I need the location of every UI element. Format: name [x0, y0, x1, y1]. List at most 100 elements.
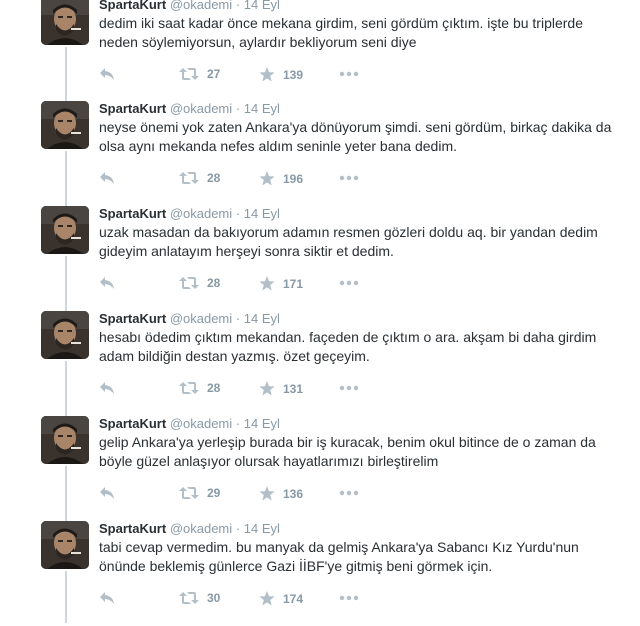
reply-button[interactable] — [99, 276, 115, 290]
username[interactable]: @okademi — [170, 311, 232, 326]
retweet-count: 28 — [207, 276, 221, 290]
favorite-button[interactable]: 136 — [259, 486, 303, 501]
tweet-text: gelip Ankara'ya yerleşip burada bir iş k… — [99, 434, 596, 469]
reply-button[interactable] — [99, 486, 115, 500]
username[interactable]: @okademi — [170, 416, 232, 431]
favorite-count: 171 — [283, 276, 304, 291]
star-icon — [259, 171, 275, 186]
reply-button[interactable] — [99, 67, 115, 81]
favorite-count: 174 — [283, 591, 304, 606]
more-dots-icon — [339, 490, 359, 496]
thread-connector-line — [65, 466, 67, 524]
separator-dot: · — [235, 0, 241, 12]
reply-button[interactable] — [99, 171, 115, 185]
avatar[interactable] — [41, 416, 89, 464]
favorite-count: 139 — [283, 67, 304, 82]
tweet-date[interactable]: 14 Eyl — [244, 416, 280, 431]
avatar-image — [41, 101, 89, 149]
tweet-text: uzak masadan da bakıyorum adamın resmen … — [99, 224, 598, 259]
avatar-image — [41, 0, 89, 45]
avatar-image — [41, 311, 89, 359]
retweet-icon — [179, 172, 199, 184]
username[interactable]: @okademi — [170, 521, 232, 536]
tweet: SpartaKurt @okademi · 14 Eyl uzak masada… — [0, 206, 640, 314]
retweet-button[interactable]: 28 — [179, 381, 220, 395]
reply-icon — [100, 487, 114, 499]
retweet-button[interactable]: 29 — [179, 486, 220, 500]
tweet-header: SpartaKurt @okademi · 14 Eyl — [99, 0, 280, 13]
reply-button[interactable] — [99, 381, 115, 395]
avatar[interactable] — [41, 206, 89, 254]
thread-connector-line — [65, 256, 67, 314]
username[interactable]: @okademi — [170, 206, 232, 221]
star-icon — [259, 591, 275, 606]
avatar[interactable] — [41, 0, 89, 45]
more-button[interactable] — [339, 490, 359, 496]
retweet-button[interactable]: 28 — [179, 171, 220, 185]
favorite-button[interactable]: 196 — [259, 171, 303, 186]
retweet-icon — [179, 592, 199, 604]
retweet-button[interactable]: 28 — [179, 276, 220, 290]
thread-connector-line — [65, 361, 67, 419]
tweet-header: SpartaKurt @okademi · 14 Eyl — [99, 101, 280, 117]
retweet-count: 30 — [207, 591, 221, 605]
favorite-count: 196 — [283, 171, 304, 186]
retweet-count: 29 — [207, 486, 221, 500]
avatar[interactable] — [41, 101, 89, 149]
favorite-button[interactable]: 171 — [259, 276, 303, 291]
avatar-image — [41, 206, 89, 254]
thread-connector-line — [65, 151, 67, 209]
reply-button[interactable] — [99, 591, 115, 605]
tweet-date[interactable]: 14 Eyl — [244, 206, 280, 221]
tweet-header: SpartaKurt @okademi · 14 Eyl — [99, 206, 280, 222]
separator-dot: · — [235, 206, 241, 221]
display-name[interactable]: SpartaKurt — [99, 101, 166, 116]
separator-dot: · — [235, 521, 241, 536]
tweet-text: hesabı ödedim çıktım mekandan. façeden d… — [99, 329, 597, 364]
separator-dot: · — [235, 416, 241, 431]
tweet-header: SpartaKurt @okademi · 14 Eyl — [99, 311, 280, 327]
tweet-text: tabi cevap vermedim. bu manyak da gelmiş… — [99, 539, 579, 574]
tweet-thread: SpartaKurt @okademi · 14 Eyl dedim iki s… — [0, 0, 640, 623]
tweet-text: neyse önemi yok zaten Ankara'ya dönüyoru… — [99, 119, 612, 154]
reply-icon — [100, 68, 114, 80]
reply-icon — [100, 172, 114, 184]
display-name[interactable]: SpartaKurt — [99, 521, 166, 536]
tweet-header: SpartaKurt @okademi · 14 Eyl — [99, 521, 280, 537]
more-dots-icon — [339, 595, 359, 601]
display-name[interactable]: SpartaKurt — [99, 0, 166, 12]
retweet-count: 27 — [207, 67, 221, 81]
tweet: SpartaKurt @okademi · 14 Eyl tabi cevap … — [0, 521, 640, 626]
avatar[interactable] — [41, 521, 89, 569]
tweet-date[interactable]: 14 Eyl — [244, 0, 280, 12]
more-button[interactable] — [339, 175, 359, 181]
retweet-icon — [179, 68, 199, 80]
favorite-button[interactable]: 139 — [259, 67, 303, 82]
display-name[interactable]: SpartaKurt — [99, 416, 166, 431]
username[interactable]: @okademi — [170, 0, 232, 12]
tweet: SpartaKurt @okademi · 14 Eyl hesabı öded… — [0, 311, 640, 419]
favorite-button[interactable]: 131 — [259, 381, 303, 396]
username[interactable]: @okademi — [170, 101, 232, 116]
thread-connector-line — [65, 571, 67, 623]
more-button[interactable] — [339, 595, 359, 601]
retweet-button[interactable]: 30 — [179, 591, 220, 605]
tweet-date[interactable]: 14 Eyl — [244, 311, 280, 326]
tweet-date[interactable]: 14 Eyl — [244, 101, 280, 116]
star-icon — [259, 381, 275, 396]
display-name[interactable]: SpartaKurt — [99, 206, 166, 221]
reply-icon — [100, 592, 114, 604]
star-icon — [259, 486, 275, 501]
display-name[interactable]: SpartaKurt — [99, 311, 166, 326]
more-button[interactable] — [339, 280, 359, 286]
favorite-button[interactable]: 174 — [259, 591, 303, 606]
tweet: SpartaKurt @okademi · 14 Eyl gelip Ankar… — [0, 416, 640, 524]
more-button[interactable] — [339, 385, 359, 391]
more-button[interactable] — [339, 71, 359, 77]
retweet-button[interactable]: 27 — [179, 67, 220, 81]
more-dots-icon — [339, 175, 359, 181]
tweet-date[interactable]: 14 Eyl — [244, 521, 280, 536]
favorite-count: 131 — [283, 381, 304, 396]
avatar[interactable] — [41, 311, 89, 359]
avatar-image — [41, 416, 89, 464]
